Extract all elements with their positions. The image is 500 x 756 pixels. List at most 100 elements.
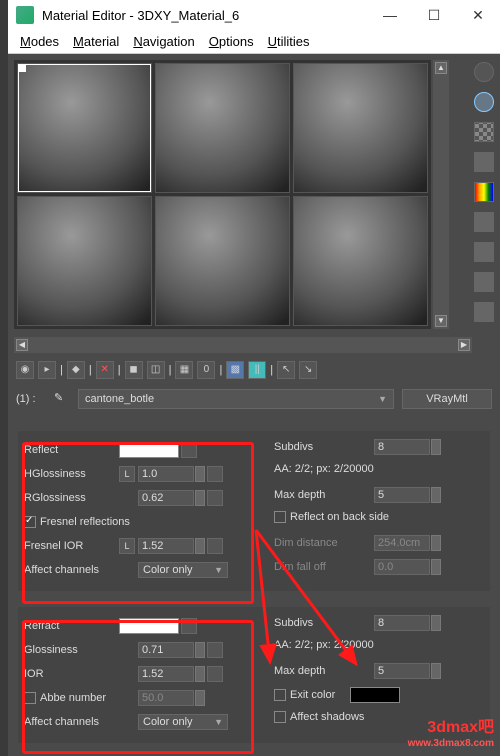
scroll-down-icon[interactable]: ▼	[435, 315, 447, 327]
subdivs-spinner[interactable]	[431, 439, 441, 455]
uv-tiling-icon[interactable]	[474, 152, 494, 172]
fior-map-button[interactable]	[207, 538, 223, 554]
sample-slot-1[interactable]	[17, 63, 152, 193]
material-type-button[interactable]: VRayMtl	[402, 389, 492, 409]
sample-slot-6[interactable]	[293, 196, 428, 326]
name-row: (1) : ✎ cantone_botle ▼ VRayMtl	[8, 385, 500, 413]
maximize-button[interactable]: ☐	[412, 0, 456, 30]
ior-map-button[interactable]	[207, 666, 223, 682]
make-copy-icon[interactable]: ◼	[125, 361, 143, 379]
dimdist-field[interactable]: 254.0cm	[374, 535, 430, 551]
reset-map-icon[interactable]: ✕	[96, 361, 114, 379]
select-by-material-icon[interactable]	[474, 272, 494, 292]
exit-label: Exit color	[290, 689, 350, 701]
show-map-icon[interactable]: ▩	[226, 361, 244, 379]
rgloss-map-button[interactable]	[207, 490, 223, 506]
fior-spinner[interactable]	[195, 538, 205, 554]
menu-utilities[interactable]: Utilities	[268, 34, 310, 49]
backlight-icon[interactable]	[474, 92, 494, 112]
material-map-navigator-icon[interactable]	[474, 302, 494, 322]
background-icon[interactable]	[474, 122, 494, 142]
glossiness-field[interactable]: 0.71	[138, 642, 194, 658]
put-to-scene-icon[interactable]: ▸	[38, 361, 56, 379]
sample-vscroll[interactable]: ▲ ▼	[433, 60, 449, 329]
scroll-left-icon[interactable]: ◀	[16, 339, 28, 351]
rmaxdepth-spinner[interactable]	[431, 663, 441, 679]
put-to-library-icon[interactable]: ▦	[175, 361, 193, 379]
sample-slot-4[interactable]	[17, 196, 152, 326]
rglossiness-field[interactable]: 0.62	[138, 490, 194, 506]
go-parent-icon[interactable]: ↖	[277, 361, 295, 379]
backside-label: Reflect on back side	[290, 511, 390, 523]
reflect-map-button[interactable]	[181, 442, 197, 458]
menu-options[interactable]: Options	[209, 34, 254, 49]
refract-color-swatch[interactable]	[119, 618, 179, 634]
shadows-checkbox[interactable]	[274, 711, 286, 723]
dimdist-spinner[interactable]	[431, 535, 441, 551]
maxdepth-spinner[interactable]	[431, 487, 441, 503]
dimfall-spinner[interactable]	[431, 559, 441, 575]
abbe-spinner[interactable]	[195, 690, 205, 706]
get-material-icon[interactable]: ◉	[16, 361, 34, 379]
scroll-up-icon[interactable]: ▲	[435, 62, 447, 74]
material-id-icon[interactable]: 0	[197, 361, 215, 379]
refract-subdivs-field[interactable]: 8	[374, 615, 430, 631]
ior-field[interactable]: 1.52	[138, 666, 194, 682]
reflect-color-swatch[interactable]	[119, 442, 179, 458]
go-forward-icon[interactable]: ↘	[299, 361, 317, 379]
affect-label: Affect channels	[24, 564, 119, 576]
app-icon	[16, 6, 34, 24]
refract-label: Refract	[24, 620, 119, 632]
sample-type-icon[interactable]	[474, 62, 494, 82]
subdivs-field[interactable]: 8	[374, 439, 430, 455]
refract-affect-dropdown[interactable]: Color only▼	[138, 714, 228, 730]
backside-checkbox[interactable]	[274, 511, 286, 523]
gloss-spinner[interactable]	[195, 642, 205, 658]
exit-checkbox[interactable]	[274, 689, 286, 701]
hglossiness-field[interactable]: 1.0	[138, 466, 194, 482]
shadows-label: Affect shadows	[290, 711, 390, 723]
sample-slot-2[interactable]	[155, 63, 290, 193]
exit-color-swatch[interactable]	[350, 687, 400, 703]
scroll-right-icon[interactable]: ▶	[458, 339, 470, 351]
make-preview-icon[interactable]	[474, 212, 494, 232]
ior-spinner[interactable]	[195, 666, 205, 682]
fresnel-ior-field[interactable]: 1.52	[138, 538, 194, 554]
menu-material[interactable]: Material	[73, 34, 119, 49]
pick-material-icon[interactable]: ✎	[54, 391, 70, 407]
abbe-label: Abbe number	[40, 692, 119, 704]
hgloss-map-button[interactable]	[207, 466, 223, 482]
refract-maxdepth-label: Max depth	[274, 665, 374, 677]
refract-aa-label: AA: 2/2; px: 2/20000	[274, 639, 374, 651]
refract-maxdepth-field[interactable]: 5	[374, 663, 430, 679]
fresnel-checkbox[interactable]	[24, 516, 36, 528]
gloss-map-button[interactable]	[207, 642, 223, 658]
dimfall-field[interactable]: 0.0	[374, 559, 430, 575]
refract-map-button[interactable]	[181, 618, 197, 634]
abbe-field[interactable]: 50.0	[138, 690, 194, 706]
rgloss-spinner[interactable]	[195, 490, 205, 506]
assign-to-selection-icon[interactable]: ◆	[67, 361, 85, 379]
close-button[interactable]: ✕	[456, 0, 500, 30]
show-end-result-icon[interactable]: ||	[248, 361, 266, 379]
menubar: Modes Material Navigation Options Utilit…	[8, 30, 500, 54]
sample-slot-5[interactable]	[155, 196, 290, 326]
sample-slot-3[interactable]	[293, 63, 428, 193]
material-name-dropdown[interactable]: cantone_botle ▼	[78, 389, 394, 409]
menu-modes[interactable]: Modes	[20, 34, 59, 49]
right-tools	[474, 62, 498, 322]
titlebar[interactable]: Material Editor - 3DXY_Material_6 — ☐ ✕	[8, 0, 500, 30]
hgloss-lock-button[interactable]: L	[119, 466, 135, 482]
sample-hscroll[interactable]: ◀ ▶	[14, 337, 472, 353]
minimize-button[interactable]: —	[368, 0, 412, 30]
menu-navigation[interactable]: Navigation	[133, 34, 194, 49]
fior-lock-button[interactable]: L	[119, 538, 135, 554]
abbe-checkbox[interactable]	[24, 692, 36, 704]
affect-channels-dropdown[interactable]: Color only▼	[138, 562, 228, 578]
rsubdivs-spinner[interactable]	[431, 615, 441, 631]
make-unique-icon[interactable]: ◫	[147, 361, 165, 379]
options-icon[interactable]	[474, 242, 494, 262]
maxdepth-field[interactable]: 5	[374, 487, 430, 503]
color-check-icon[interactable]	[474, 182, 494, 202]
hgloss-spinner[interactable]	[195, 466, 205, 482]
